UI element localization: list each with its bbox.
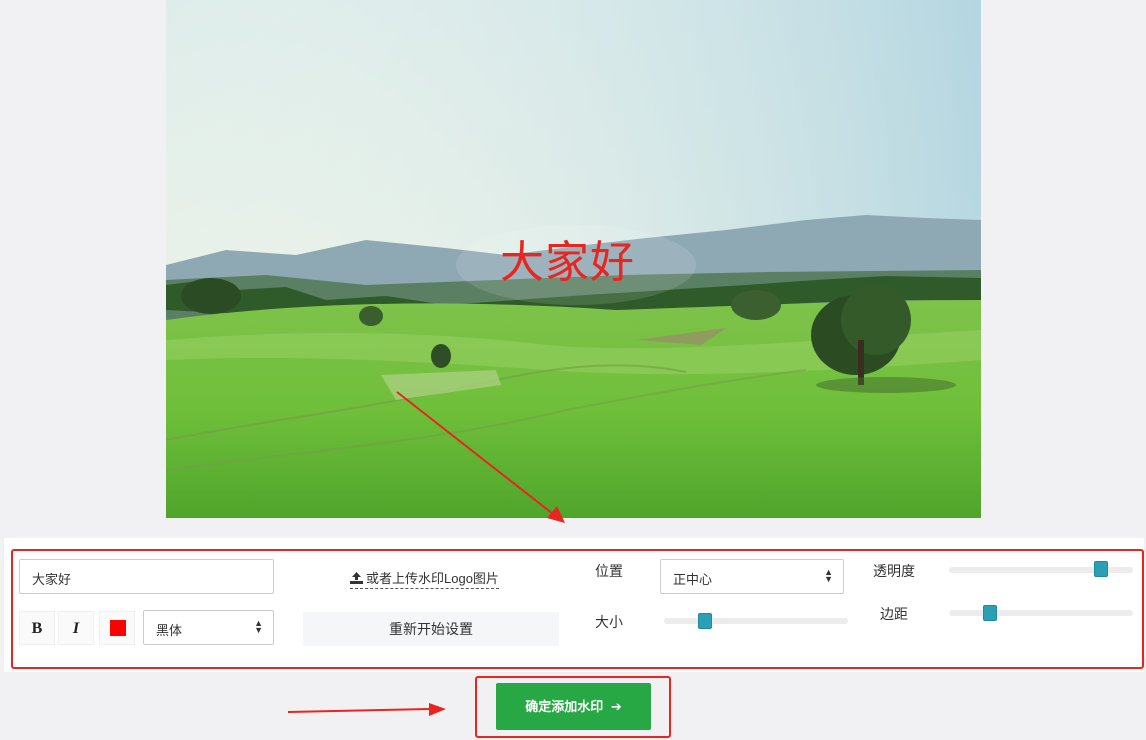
annotation-highlight-settings <box>11 549 1144 669</box>
annotation-highlight-confirm <box>475 676 671 738</box>
watermark-preview-image: 大家好 <box>166 0 981 518</box>
annotation-arrow-right <box>287 708 431 713</box>
watermark-text-overlay[interactable]: 大家好 <box>500 226 635 290</box>
annotation-arrowhead <box>429 703 446 716</box>
